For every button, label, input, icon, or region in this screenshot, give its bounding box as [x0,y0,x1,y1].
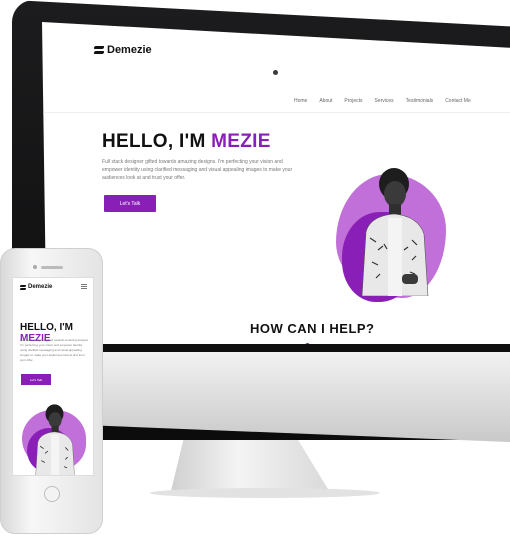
nav-item-testimonials[interactable]: Testimonials [406,98,434,104]
section-title: HOW CAN I HELP? [250,321,375,336]
mobile-portrait-image [35,404,75,475]
home-button[interactable] [44,486,60,502]
nav-item-services[interactable]: Services [374,98,393,104]
imac-base [150,488,380,498]
nav-item-contact[interactable]: Contact Me [445,98,471,104]
nav-item-projects[interactable]: Projects [344,98,362,104]
site-logo[interactable]: Demezie [94,44,152,56]
hero-description: Full stack designer gifted towards amazi… [102,159,293,181]
mobile-logo-text: Demezie [28,284,53,290]
logo-icon [94,46,104,54]
hamburger-menu-icon[interactable] [81,284,87,289]
phone-camera-icon [33,265,37,269]
nav-divider [42,112,510,113]
section-divider-dot [305,343,310,344]
site-nav: Home About Projects Services Testimonial… [294,98,471,104]
mobile-lets-talk-button[interactable]: Let's Talk [21,374,51,385]
portrait-image [361,168,429,296]
logo-text: Demezie [107,44,152,56]
hero-title-prefix: HELLO, I'M [102,131,212,152]
phone-speaker [41,266,63,269]
mobile-logo-icon [20,285,26,290]
mobile-hero-description: Full stack designer gifted towards amazi… [20,338,89,362]
hero-title: HELLO, I'M MEZIE [102,131,271,153]
iphone-mockup: Demezie HELLO, I'M MEZIE Full stack desi… [0,248,103,534]
hero-title-name: MEZIE [211,131,271,152]
lets-talk-button[interactable]: Let's Talk [104,195,156,212]
mobile-hero-title-prefix: HELLO, I'M [20,322,73,333]
nav-item-home[interactable]: Home [294,98,307,104]
camera-icon [273,70,278,75]
mobile-site-logo[interactable]: Demezie [20,284,52,290]
nav-item-about[interactable]: About [319,98,332,104]
phone-screen: Demezie HELLO, I'M MEZIE Full stack desi… [12,277,94,476]
